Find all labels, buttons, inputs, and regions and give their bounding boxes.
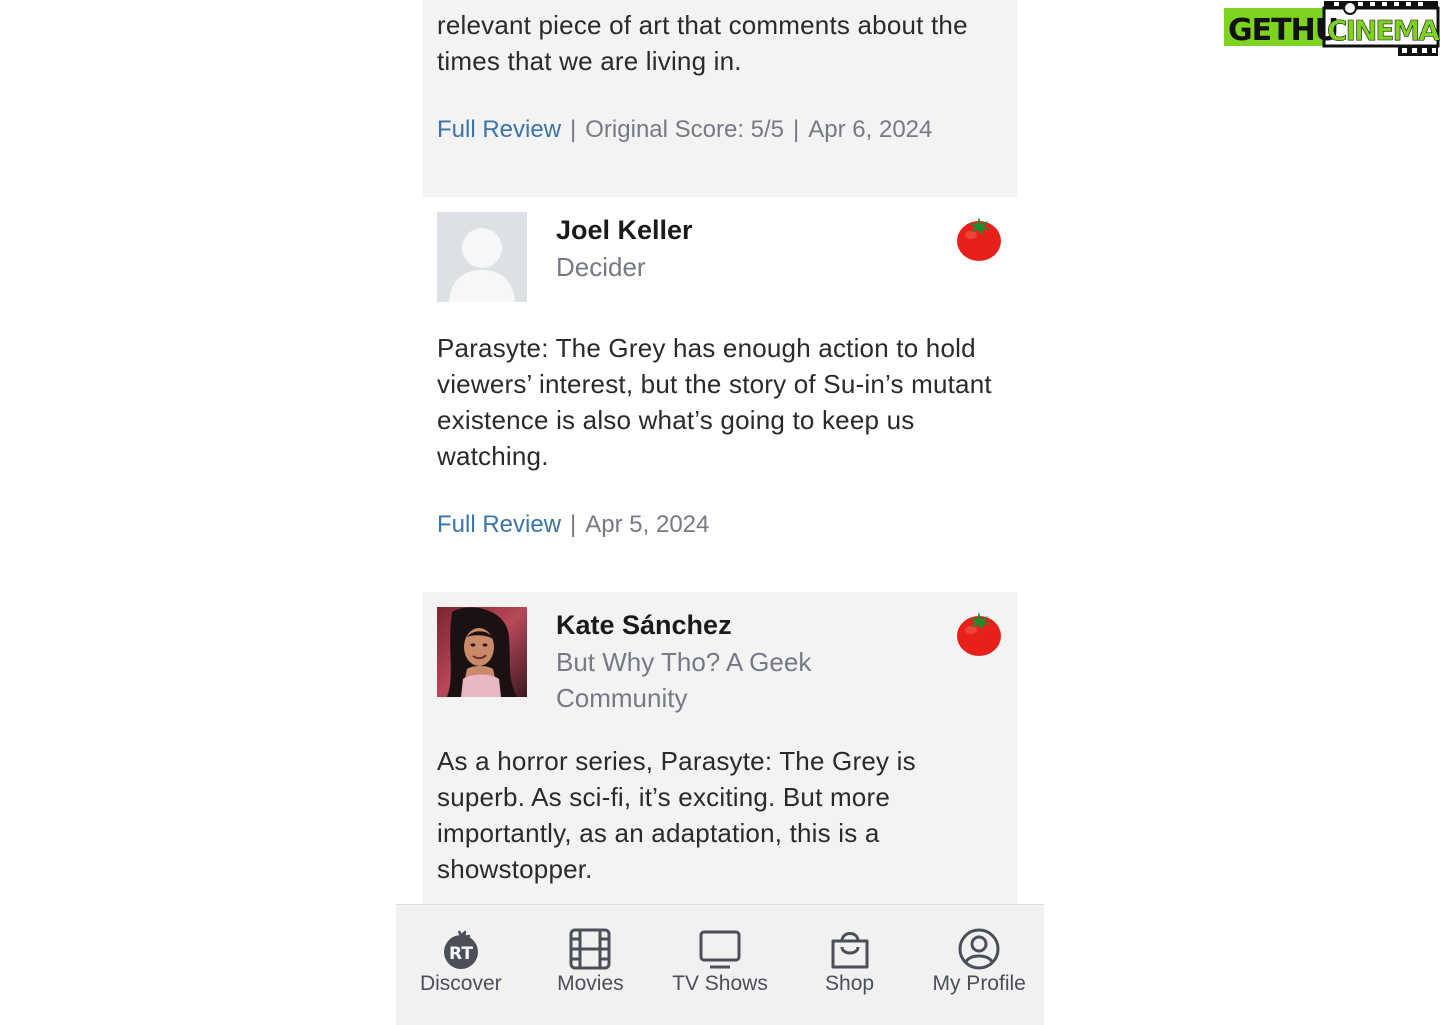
review-date: Apr 6, 2024	[808, 116, 933, 143]
logo-text-right: CINEMA	[1327, 14, 1440, 47]
critic-publication[interactable]: Decider	[556, 249, 916, 285]
avatar-placeholder[interactable]	[437, 212, 527, 302]
nav-label: Discover	[419, 972, 502, 995]
film-icon	[569, 928, 611, 970]
critic-name[interactable]: Joel Keller	[556, 213, 693, 247]
full-review-link[interactable]: Full Review	[437, 116, 561, 143]
review-quote: relevant piece of art that comments abou…	[437, 0, 1007, 79]
nav-movies[interactable]: Movies	[526, 905, 656, 1025]
separator: |	[570, 511, 577, 538]
critic-publication[interactable]: But Why Tho? A Geek Community	[556, 644, 916, 716]
review-quote: Parasyte: The Grey has enough action to …	[437, 333, 992, 471]
bottom-nav: RT Discover Movies TV Shows Shop My Prof…	[396, 904, 1044, 1025]
review-quote: As a horror series, Parasyte: The Grey i…	[437, 746, 916, 884]
review-date: Apr 5, 2024	[585, 511, 710, 538]
review-quote-clipped-line	[437, 0, 1007, 7]
review-card: Kate Sánchez But Why Tho? A Geek Communi…	[423, 592, 1017, 922]
nav-label: Movies	[557, 972, 624, 995]
critic-name[interactable]: Kate Sánchez	[556, 608, 732, 642]
review-card: relevant piece of art that comments abou…	[423, 0, 1017, 197]
review-meta: Full Review | Apr 5, 2024	[437, 510, 709, 540]
fresh-tomato-icon	[957, 217, 1001, 261]
separator: |	[793, 116, 800, 143]
critic-avatar-photo[interactable]	[437, 607, 527, 697]
critic-photo-image	[437, 607, 527, 697]
nav-tv-shows[interactable]: TV Shows	[655, 905, 785, 1025]
nav-shop[interactable]: Shop	[785, 905, 915, 1025]
full-review-link[interactable]: Full Review	[437, 511, 561, 538]
nav-my-profile[interactable]: My Profile	[914, 905, 1044, 1025]
gethu-cinema-logo: GETHU CINEMA	[1222, 0, 1440, 58]
svg-text:RT: RT	[449, 944, 473, 964]
original-score: Original Score: 5/5	[585, 116, 785, 143]
review-meta: Full Review | Original Score: 5/5 | Apr 6, 2…	[437, 115, 932, 145]
rt-discover-icon: RT	[443, 930, 478, 969]
fresh-tomato-icon	[957, 612, 1001, 656]
separator: |	[570, 116, 577, 143]
profile-icon	[958, 928, 1000, 970]
app-viewport: relevant piece of art that comments abou…	[0, 0, 1440, 1025]
logo-text-left: GETHU	[1228, 13, 1338, 48]
review-card: Joel Keller Decider Parasyte: The Grey h…	[423, 197, 1017, 592]
nav-label: My Profile	[932, 972, 1026, 995]
nav-label: TV Shows	[672, 972, 768, 995]
tv-icon	[699, 930, 741, 969]
default-user-icon	[437, 212, 527, 302]
nav-label: Shop	[825, 972, 875, 995]
shopping-bag-icon	[831, 932, 869, 969]
nav-discover[interactable]: RT Discover	[396, 905, 526, 1025]
